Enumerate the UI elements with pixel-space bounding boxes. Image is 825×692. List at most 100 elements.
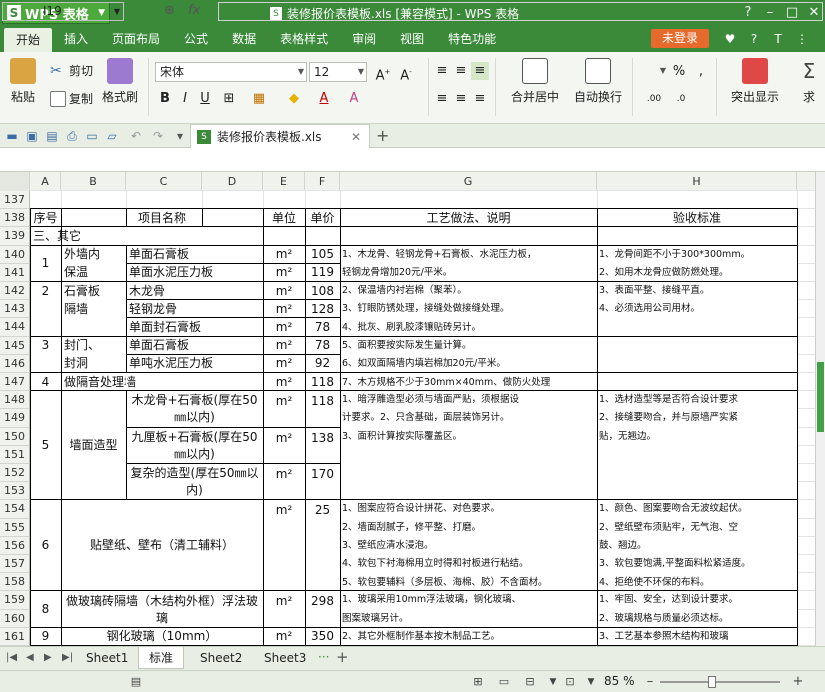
tab-home[interactable]: 开始 [4,28,53,52]
cell-e141[interactable]: m² [263,264,305,282]
row-header-141[interactable]: 141 [0,263,30,282]
row-header-157[interactable]: 157 [0,555,30,574]
cell-f143[interactable]: 128 [305,300,340,318]
row-header-146[interactable]: 146 [0,354,30,373]
zoom-slider-handle[interactable] [708,676,716,688]
row-header-156[interactable]: 156 [0,536,30,555]
name-box[interactable]: I19 ▼ [2,2,124,21]
zoom-in-icon[interactable]: + [790,674,806,690]
cell-c141[interactable]: 单面水泥压力板 [126,264,263,282]
align-center-icon[interactable]: ≡ [452,90,470,108]
next-sheet-icon[interactable]: ▶ [44,652,52,663]
copy-button[interactable]: 复制 [50,90,93,107]
cell-e156[interactable]: m² [263,500,305,591]
number-format-select[interactable]: ▼ [640,62,668,82]
print-preview-icon[interactable]: ▭ [84,128,100,144]
scrollbar-thumb[interactable] [817,362,824,432]
cell-b156[interactable]: 贴壁纸、壁布（清工辅料） [61,500,263,591]
clear-format-icon[interactable]: A [345,90,363,108]
decrease-decimal-icon[interactable]: .0 [672,90,690,108]
spellcheck-icon[interactable]: ▱ [104,128,120,144]
close-tab-icon[interactable]: ✕ [351,130,361,144]
row-header-151[interactable]: 151 [0,445,30,464]
cell-e142[interactable]: m² [263,282,305,300]
note-g159[interactable]: 1、玻璃采用10mm浮法玻璃，钢化玻璃、 图案玻璃另计。 2、其它外框制作基本按… [340,591,597,646]
sheet-tab-sheet3[interactable]: Sheet3 [254,647,316,669]
auto-wrap-button[interactable]: 自动换行 [570,58,626,105]
increase-decimal-icon[interactable]: .00 [645,90,663,108]
cell-b150[interactable]: 墙面造型 [61,391,126,500]
cell-f148[interactable]: 118 [305,391,340,427]
align-top-icon[interactable]: ≡ [433,62,451,80]
cell-f144[interactable]: 78 [305,318,340,336]
italic-icon[interactable]: I [176,90,194,108]
cell-b159[interactable]: 做玻璃砖隔墙（木结构外框）浮法玻璃 [61,591,263,627]
grow-font-icon[interactable]: A+ [374,63,392,83]
align-right-icon[interactable]: ≡ [471,90,489,108]
section-title[interactable]: 三、其它 [30,227,263,245]
cell-f156[interactable]: 25 [305,500,340,591]
fill-color-icon[interactable]: ◆ [285,90,303,108]
cell-c142[interactable]: 木龙骨 [126,282,263,300]
prev-sheet-icon[interactable]: ◀ [26,652,34,663]
sheet-tab-standard[interactable]: 标准 [138,647,185,669]
align-left-icon[interactable]: ≡ [433,90,451,108]
cell-b140[interactable]: 外墙内 [61,246,126,264]
header-acceptance[interactable]: 验收标准 [597,209,797,227]
cell-e150[interactable]: m² [263,428,305,464]
spreadsheet-grid[interactable]: ABCDEFGH 137 138 139 140 141 142 143 144 145 146 1… [0,172,815,646]
cell-c146[interactable]: 单吨水泥压力板 [126,355,263,373]
column-header-f[interactable]: F [305,172,340,191]
cell-c140[interactable]: 单面石膏板 [126,246,263,264]
row-header-149[interactable]: 149 [0,409,30,428]
zoom-slider-track[interactable] [660,681,780,683]
cell-c145[interactable]: 单面石膏板 [126,337,263,355]
row-header-140[interactable]: 140 [0,245,30,264]
header-process[interactable]: 工艺做法、说明 [340,209,597,227]
cell-c150[interactable]: 九厘板+石膏板(厚在50㎜以内) [126,428,263,464]
cell-e145[interactable]: m² [263,337,305,355]
magnifier-icon[interactable]: ⊕ [164,3,175,18]
tab-view[interactable]: 视图 [388,26,436,52]
cell-e144[interactable]: m² [263,318,305,336]
cell-a150[interactable]: 5 [30,391,61,500]
select-all-corner[interactable] [0,172,30,191]
undo-icon[interactable]: ↶ [128,128,144,144]
header-unit[interactable]: 单位 [263,209,305,227]
header-item-name[interactable]: 项目名称 [61,209,263,227]
cell-e161[interactable]: m² [263,628,305,646]
tab-review[interactable]: 审阅 [340,26,388,52]
align-middle-icon[interactable]: ≡ [452,62,470,80]
cell-b143[interactable]: 隔墙 [61,300,126,318]
zoom-out-icon[interactable]: – [642,674,658,690]
shrink-font-icon[interactable]: A- [397,63,415,83]
cell-a161[interactable]: 9 [30,628,61,646]
cell-b146[interactable]: 封洞 [61,355,126,373]
cell-e152[interactable]: m² [263,464,305,500]
save-icon[interactable]: ▣ [24,128,40,144]
skin-icon[interactable]: T [770,31,786,47]
cell-e143[interactable]: m² [263,300,305,318]
cell-a140[interactable]: 1 [30,246,61,282]
note-g140[interactable]: 1、木龙骨、轻钢龙骨+石膏板、水泥压力板， 轻钢龙骨增加20元/平米。 2、保温… [340,246,597,392]
note-h140[interactable]: 1、龙骨间距不小于300*300mm。 2、如用木龙骨应做防燃处理。 3、表面平… [597,246,797,392]
new-tab-icon[interactable]: + [376,126,389,145]
cell-f141[interactable]: 119 [305,264,340,282]
row-header-158[interactable]: 158 [0,573,30,592]
highlight-show-button[interactable]: 突出显示 [722,58,788,105]
customize-caret-icon[interactable]: ▾ [172,128,188,144]
row-header-138[interactable]: 138 [0,209,30,228]
cell-a142[interactable]: 2 [30,282,61,300]
last-sheet-icon[interactable]: ▶| [62,652,73,663]
page-layout-view-icon[interactable]: ▭ [496,674,512,690]
cell-b161[interactable]: 钢化玻璃（10mm） [61,628,263,646]
formula-input[interactable] [218,2,823,21]
cell-f140[interactable]: 105 [305,246,340,264]
row-header-148[interactable]: 148 [0,391,30,410]
cell-b141[interactable]: 保温 [61,264,126,282]
bold-icon[interactable]: B [156,90,174,108]
cell-f146[interactable]: 92 [305,355,340,373]
login-button[interactable]: 未登录 [651,29,709,48]
note-g148[interactable]: 1、暗浮雕造型必须与墙面严贴，须根据设 计要求。2、只含基础，面层装饰另计。 3… [340,391,597,500]
cell-c148[interactable]: 木龙骨+石膏板(厚在50㎜以内) [126,391,263,427]
